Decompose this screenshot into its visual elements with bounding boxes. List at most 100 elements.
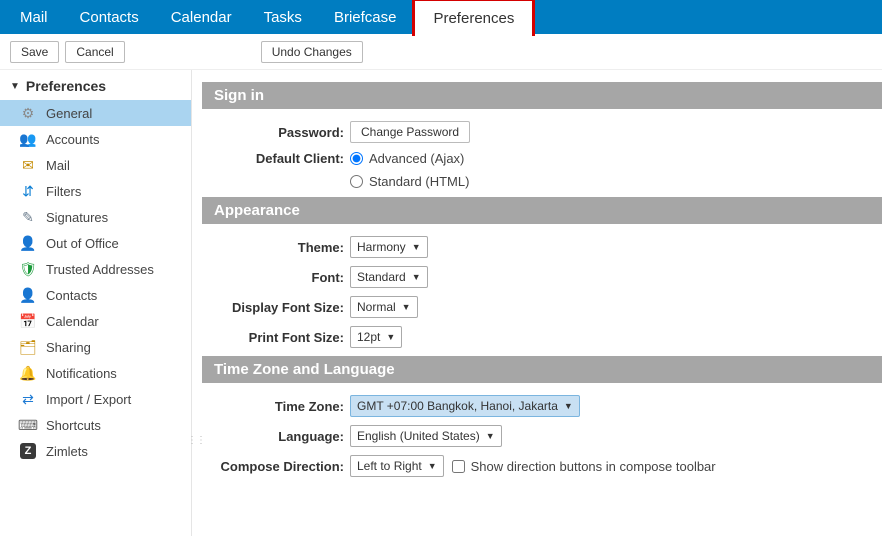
- tab-tasks[interactable]: Tasks: [248, 0, 318, 34]
- display-font-size-label: Display Font Size:: [202, 300, 350, 315]
- top-nav: MailContactsCalendarTasksBriefcasePrefer…: [0, 0, 882, 34]
- language-value: English (United States): [357, 429, 480, 443]
- timezone-label: Time Zone:: [202, 399, 350, 414]
- sidebar-item-label: Mail: [46, 158, 70, 173]
- gear-icon: ⚙: [20, 105, 36, 121]
- default-client-standard[interactable]: Standard (HTML): [350, 174, 469, 189]
- section-appearance-header: Appearance: [202, 197, 882, 224]
- sidebar-item-label: Out of Office: [46, 236, 119, 251]
- radio-standard-label: Standard (HTML): [369, 174, 469, 189]
- sidebar-item-signatures[interactable]: ✎ Signatures: [0, 204, 191, 230]
- sidebar-item-import-export[interactable]: ⇄ Import / Export: [0, 386, 191, 412]
- sidebar-title: Preferences: [26, 78, 106, 94]
- chevron-down-icon: ▼: [486, 431, 495, 441]
- print-font-size-select[interactable]: 12pt ▼: [350, 326, 402, 348]
- cancel-button[interactable]: Cancel: [65, 41, 124, 63]
- sidebar-item-shortcuts[interactable]: ⌨ Shortcuts: [0, 412, 191, 438]
- zimlets-icon: Z: [20, 443, 36, 459]
- sidebar-item-label: Notifications: [46, 366, 117, 381]
- tab-mail[interactable]: Mail: [4, 0, 64, 34]
- chevron-down-icon: ▼: [428, 461, 437, 471]
- font-select[interactable]: Standard ▼: [350, 266, 428, 288]
- save-button[interactable]: Save: [10, 41, 59, 63]
- password-label: Password:: [202, 125, 350, 140]
- radio-advanced[interactable]: [350, 152, 363, 165]
- section-timezone-header: Time Zone and Language: [202, 356, 882, 383]
- sidebar-item-contacts[interactable]: 👤 Contacts: [0, 282, 191, 308]
- theme-select[interactable]: Harmony ▼: [350, 236, 428, 258]
- contacts-icon: 👤: [20, 287, 36, 303]
- compose-direction-label: Compose Direction:: [202, 459, 350, 474]
- sidebar: ▼ Preferences ⚙ General 👥Accounts ✉ Mail ⇵ Fil…: [0, 70, 192, 536]
- main-area: ▼ Preferences ⚙ General 👥Accounts ✉ Mail ⇵ Fil…: [0, 70, 882, 536]
- sidebar-item-zimlets[interactable]: Z Zimlets: [0, 438, 191, 464]
- sidebar-item-filters[interactable]: ⇵ Filters: [0, 178, 191, 204]
- sidebar-item-general[interactable]: ⚙ General: [0, 100, 191, 126]
- chevron-down-icon: ▼: [412, 272, 421, 282]
- tab-contacts[interactable]: Contacts: [64, 0, 155, 34]
- content: Sign in Password: Change Password Defaul…: [192, 70, 882, 536]
- sidebar-item-label: Filters: [46, 184, 81, 199]
- sidebar-item-label: Sharing: [46, 340, 91, 355]
- chevron-down-icon: ▼: [402, 302, 411, 312]
- sidebar-item-mail[interactable]: ✉ Mail: [0, 152, 191, 178]
- language-label: Language:: [202, 429, 350, 444]
- sidebar-item-sharing[interactable]: 🗂 Sharing: [0, 334, 191, 360]
- filters-icon: ⇵: [20, 183, 36, 199]
- sidebar-item-accounts[interactable]: 👥Accounts: [0, 126, 191, 152]
- resize-handle[interactable]: ⋮⋮: [187, 440, 195, 460]
- ooo-icon: 👤: [20, 235, 36, 251]
- timezone-select[interactable]: GMT +07:00 Bangkok, Hanoi, Jakarta ▼: [350, 395, 580, 417]
- sidebar-item-label: Trusted Addresses: [46, 262, 154, 277]
- tab-preferences[interactable]: Preferences: [412, 0, 535, 36]
- radio-standard[interactable]: [350, 175, 363, 188]
- show-direction-buttons-input[interactable]: [452, 460, 465, 473]
- tab-briefcase[interactable]: Briefcase: [318, 0, 413, 34]
- sidebar-item-calendar[interactable]: 📅 Calendar: [0, 308, 191, 334]
- font-value: Standard: [357, 270, 406, 284]
- theme-label: Theme:: [202, 240, 350, 255]
- sidebar-item-label: Contacts: [46, 288, 97, 303]
- chevron-down-icon: ▼: [564, 401, 573, 411]
- sidebar-item-label: Zimlets: [46, 444, 88, 459]
- shortcuts-icon: ⌨: [20, 417, 36, 433]
- font-label: Font:: [202, 270, 350, 285]
- print-font-size-label: Print Font Size:: [202, 330, 350, 345]
- sidebar-item-label: Shortcuts: [46, 418, 101, 433]
- sidebar-item-label: Signatures: [46, 210, 108, 225]
- collapse-icon: ▼: [10, 81, 20, 92]
- signatures-icon: ✎: [20, 209, 36, 225]
- sidebar-item-label: General: [46, 106, 92, 121]
- calendar-icon: 📅: [20, 313, 36, 329]
- sidebar-item-label: Accounts: [46, 132, 99, 147]
- bell-icon: 🔔: [20, 365, 36, 381]
- chevron-down-icon: ▼: [386, 332, 395, 342]
- sharing-icon: 🗂: [20, 339, 36, 355]
- display-font-size-select[interactable]: Normal ▼: [350, 296, 418, 318]
- chevron-down-icon: ▼: [412, 242, 421, 252]
- section-signin-header: Sign in: [202, 82, 882, 109]
- print-font-size-value: 12pt: [357, 330, 380, 344]
- default-client-advanced[interactable]: Advanced (Ajax): [350, 151, 464, 166]
- sidebar-header[interactable]: ▼ Preferences: [0, 70, 191, 100]
- change-password-button[interactable]: Change Password: [350, 121, 470, 143]
- sidebar-item-out-of-office[interactable]: 👤 Out of Office: [0, 230, 191, 256]
- undo-changes-button[interactable]: Undo Changes: [261, 41, 363, 63]
- sidebar-item-label: Calendar: [46, 314, 99, 329]
- sidebar-item-notifications[interactable]: 🔔 Notifications: [0, 360, 191, 386]
- importexport-icon: ⇄: [20, 391, 36, 407]
- sidebar-item-trusted-addresses[interactable]: 🛡 Trusted Addresses: [0, 256, 191, 282]
- show-direction-buttons-checkbox[interactable]: Show direction buttons in compose toolba…: [452, 459, 716, 474]
- theme-value: Harmony: [357, 240, 406, 254]
- compose-direction-value: Left to Right: [357, 459, 422, 473]
- compose-direction-select[interactable]: Left to Right ▼: [350, 455, 444, 477]
- tab-calendar[interactable]: Calendar: [155, 0, 248, 34]
- show-direction-buttons-label: Show direction buttons in compose toolba…: [471, 459, 716, 474]
- language-select[interactable]: English (United States) ▼: [350, 425, 502, 447]
- timezone-value: GMT +07:00 Bangkok, Hanoi, Jakarta: [357, 399, 558, 413]
- sidebar-item-label: Import / Export: [46, 392, 131, 407]
- toolbar: Save Cancel Undo Changes: [0, 34, 882, 70]
- shield-icon: 🛡: [20, 261, 36, 277]
- mail-icon: ✉: [20, 157, 36, 173]
- radio-advanced-label: Advanced (Ajax): [369, 151, 464, 166]
